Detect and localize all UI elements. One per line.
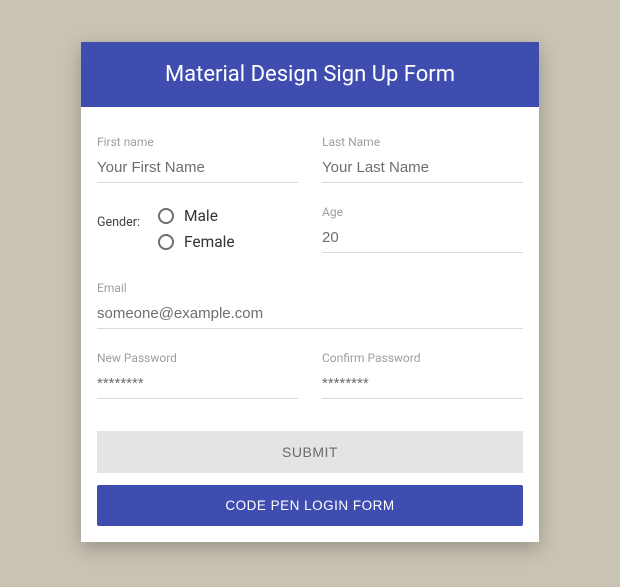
gender-field: Gender: Male Female	[97, 205, 298, 259]
confirm-password-field: Confirm Password	[322, 351, 523, 399]
confirm-password-input[interactable]	[322, 371, 523, 399]
first-name-input[interactable]	[97, 155, 298, 183]
gender-female-label: Female	[184, 233, 235, 251]
gender-label: Gender:	[97, 215, 140, 230]
email-label: Email	[97, 281, 523, 295]
new-password-input[interactable]	[97, 371, 298, 399]
age-field: Age	[322, 205, 523, 259]
last-name-input[interactable]	[322, 155, 523, 183]
age-input[interactable]	[322, 225, 523, 253]
first-name-field: First name	[97, 135, 298, 183]
new-password-label: New Password	[97, 351, 298, 365]
new-password-field: New Password	[97, 351, 298, 399]
gender-option-male[interactable]: Male	[158, 207, 235, 225]
radio-icon	[158, 234, 174, 250]
submit-button[interactable]: SUBMIT	[97, 431, 523, 473]
codepen-login-label: CODE PEN LOGIN FORM	[225, 498, 394, 513]
card-body: First name Last Name Gender: Male F	[81, 107, 539, 542]
gender-male-label: Male	[184, 207, 218, 225]
codepen-login-button[interactable]: CODE PEN LOGIN FORM	[97, 485, 523, 526]
confirm-password-label: Confirm Password	[322, 351, 523, 365]
first-name-label: First name	[97, 135, 298, 149]
age-label: Age	[322, 205, 523, 219]
gender-radio-group: Male Female	[158, 207, 235, 259]
card-title: Material Design Sign Up Form	[165, 62, 455, 87]
radio-icon	[158, 208, 174, 224]
last-name-field: Last Name	[322, 135, 523, 183]
signup-card: Material Design Sign Up Form First name …	[81, 42, 539, 542]
gender-option-female[interactable]: Female	[158, 233, 235, 251]
submit-button-label: SUBMIT	[282, 444, 338, 460]
card-header: Material Design Sign Up Form	[81, 42, 539, 107]
email-input[interactable]	[97, 301, 523, 329]
email-field: Email	[97, 281, 523, 329]
last-name-label: Last Name	[322, 135, 523, 149]
